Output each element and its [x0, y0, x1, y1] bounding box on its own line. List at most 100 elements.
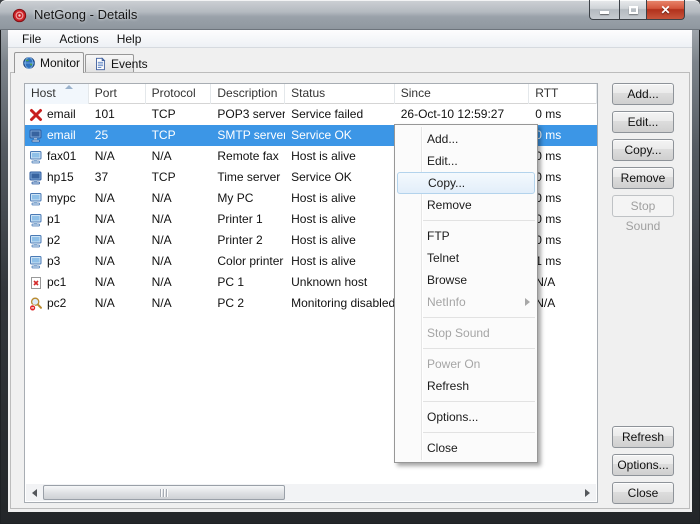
column-header-label: Description [217, 86, 277, 100]
cell-text: N/A [95, 254, 115, 268]
column-header-label: Since [401, 86, 431, 100]
context-menu-item-netinfo: NetInfo [395, 291, 537, 313]
cell-text: Host is alive [291, 191, 356, 205]
service-ok-icon [28, 128, 44, 144]
add-button[interactable]: Add... [612, 83, 674, 105]
cell-text: N/A [95, 296, 115, 310]
close-button[interactable]: ✕ [647, 0, 685, 20]
context-menu-item-remove[interactable]: Remove [395, 194, 537, 216]
cell-text: 0 ms [535, 233, 561, 247]
scroll-right-button[interactable] [579, 484, 596, 501]
cell-description: Color printer [211, 251, 285, 272]
column-header-since[interactable]: Since [395, 84, 530, 104]
context-menu-item-refresh[interactable]: Refresh [395, 375, 537, 397]
context-menu-item-edit[interactable]: Edit... [395, 150, 537, 172]
cell-text: 0 ms [535, 191, 561, 205]
maximize-button[interactable] [619, 0, 647, 20]
scroll-left-button[interactable] [26, 484, 43, 501]
cell-status: Monitoring disabled [285, 293, 395, 314]
copy-button[interactable]: Copy... [612, 139, 674, 161]
horizontal-scrollbar[interactable] [26, 484, 596, 501]
cell-text: 0 ms [535, 149, 561, 163]
context-menu-item-add[interactable]: Add... [395, 128, 537, 150]
menubar-item-help[interactable]: Help [109, 31, 150, 47]
tab-label: Monitor [40, 56, 80, 70]
context-menu-item-label: Power On [427, 357, 480, 371]
table-row[interactable]: email101TCPPOP3 serverService failed26-O… [25, 104, 597, 125]
cell-host: fax01 [25, 146, 89, 167]
cell-description: Time server [211, 167, 285, 188]
edit-button[interactable]: Edit... [612, 111, 674, 133]
cell-port: 25 [89, 125, 146, 146]
context-menu-item-telnet[interactable]: Telnet [395, 247, 537, 269]
context-menu-item-options[interactable]: Options... [395, 406, 537, 428]
cell-rtt: 0 ms [529, 209, 597, 230]
title-bar[interactable]: NetGong - Details ✕ [0, 0, 700, 30]
cell-status: Service OK [285, 167, 395, 188]
cell-text: TCP [152, 107, 176, 121]
column-header-status[interactable]: Status [285, 84, 395, 104]
cell-port: N/A [89, 146, 146, 167]
cell-text: N/A [152, 149, 172, 163]
context-menu-item-browse[interactable]: Browse [395, 269, 537, 291]
context-menu-item-ftp[interactable]: FTP [395, 225, 537, 247]
monitor-globe-icon [22, 56, 36, 70]
tab-label: Events [111, 57, 148, 71]
table-header: HostPortProtocol Description Status Since RT… [25, 84, 597, 104]
cell-text: mypc [47, 188, 76, 209]
cell-port: N/A [89, 251, 146, 272]
column-header-host[interactable]: Host [25, 84, 89, 104]
context-menu-item-label: Refresh [427, 379, 469, 393]
column-header-label: RTT [535, 86, 558, 100]
netgong-app-icon[interactable] [12, 8, 27, 23]
cell-text: TCP [152, 128, 176, 142]
cell-text: fax01 [47, 146, 76, 167]
options-button[interactable]: Options... [612, 454, 674, 476]
cell-text: hp15 [47, 167, 74, 188]
cell-host: pc2 [25, 293, 89, 314]
cell-text: N/A [95, 212, 115, 226]
column-header-description[interactable]: Description [211, 84, 285, 104]
events-document-icon [93, 57, 107, 71]
menu-separator [423, 401, 535, 402]
service-failed-icon [28, 107, 44, 123]
refresh-button[interactable]: Refresh [612, 426, 674, 448]
cell-port: 101 [89, 104, 146, 125]
cell-text: Color printer [217, 254, 283, 268]
column-header-rtt[interactable]: RTT [529, 84, 597, 104]
cell-rtt: 0 ms [529, 167, 597, 188]
cell-host: email [25, 104, 89, 125]
close-button[interactable]: Close [612, 482, 674, 504]
cell-text: Printer 1 [217, 212, 262, 226]
cell-text: Host is alive [291, 212, 356, 226]
cell-port: N/A [89, 188, 146, 209]
cell-description: PC 2 [211, 293, 285, 314]
cell-text: N/A [95, 191, 115, 205]
context-menu-item-label: Stop Sound [427, 326, 490, 340]
cell-text: email [47, 104, 76, 125]
tab-monitor[interactable]: Monitor [14, 52, 84, 73]
remove-button[interactable]: Remove [612, 167, 674, 189]
cell-since: 26-Oct-10 12:59:27 [395, 104, 530, 125]
cell-text: N/A [152, 212, 172, 226]
context-menu-item-label: Browse [427, 273, 467, 287]
menubar-item-file[interactable]: File [14, 31, 49, 47]
tab-events[interactable]: Events [85, 54, 134, 73]
host-alive-icon [28, 149, 44, 165]
cell-rtt: N/A [529, 293, 597, 314]
scroll-right-arrow-icon [585, 489, 590, 497]
cell-host: email [25, 125, 89, 146]
column-header-port[interactable]: Port [89, 84, 146, 104]
cell-rtt: 0 ms [529, 125, 597, 146]
column-header-protocol[interactable]: Protocol [146, 84, 212, 104]
cell-text: PC 1 [217, 275, 244, 289]
cell-text: pc2 [47, 293, 66, 314]
cell-host: mypc [25, 188, 89, 209]
context-menu-item-copy[interactable]: Copy... [397, 172, 535, 194]
host-alive-icon [28, 212, 44, 228]
context-menu-item-close[interactable]: Close [395, 437, 537, 459]
cell-text: Service OK [291, 128, 352, 142]
minimize-button[interactable] [589, 0, 619, 20]
menubar-item-actions[interactable]: Actions [51, 31, 106, 47]
scrollbar-thumb[interactable] [43, 485, 285, 500]
